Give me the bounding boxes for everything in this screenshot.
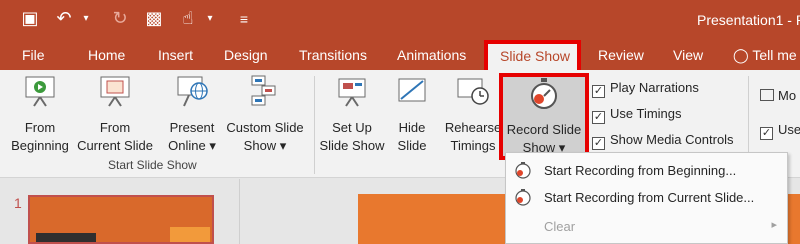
touch-dropdown-icon[interactable]: ▾ bbox=[200, 13, 220, 24]
rehearse-timings-button[interactable]: Rehearse Timings bbox=[444, 74, 502, 155]
tab-view[interactable]: View bbox=[673, 47, 703, 63]
quick-access-toolbar: ▣ ↶ ▾ ↻ ▩ ☝ ▾ ≡ bbox=[20, 8, 254, 29]
monitor-selector[interactable]: Mo bbox=[760, 88, 796, 103]
touch-mode-icon[interactable]: ☝ bbox=[178, 8, 198, 29]
play-narrations-checkbox[interactable]: ✓ Play Narrations bbox=[592, 80, 699, 98]
custom-slide-show-button[interactable]: Custom Slide Show ▾ bbox=[222, 74, 308, 155]
tab-slide-show[interactable]: Slide Show bbox=[484, 40, 581, 71]
slide-thumbnail[interactable] bbox=[28, 195, 214, 244]
submenu-arrow-icon: ▸ bbox=[771, 219, 777, 231]
use-presenter-view-checkbox[interactable]: ✓ Use bbox=[760, 122, 800, 140]
slide-number: 1 bbox=[14, 195, 22, 211]
undo-icon[interactable]: ↶ bbox=[54, 8, 74, 29]
record-stopwatch-icon bbox=[531, 78, 557, 109]
start-slide-show-group-label: Start Slide Show bbox=[108, 158, 197, 172]
hide-slide-button[interactable]: Hide Slide bbox=[392, 74, 432, 155]
set-up-slide-show-icon bbox=[338, 78, 366, 107]
checkmark-icon: ✓ bbox=[592, 85, 605, 98]
tell-me-box[interactable]: ◯ Tell me bbox=[733, 47, 797, 64]
show-media-controls-checkbox[interactable]: ✓ Show Media Controls bbox=[592, 132, 734, 150]
undo-dropdown-icon[interactable]: ▾ bbox=[76, 13, 96, 24]
checkmark-icon: ✓ bbox=[760, 127, 773, 140]
record-stopwatch-icon bbox=[515, 189, 531, 206]
customize-qat-icon[interactable]: ≡ bbox=[234, 11, 254, 27]
monitor-icon bbox=[760, 89, 774, 101]
use-timings-checkbox[interactable]: ✓ Use Timings bbox=[592, 106, 682, 124]
hide-slide-icon bbox=[398, 78, 426, 102]
present-online-button[interactable]: Present Online ▾ bbox=[166, 74, 218, 155]
lightbulb-icon: ◯ bbox=[733, 47, 749, 63]
checkmark-icon: ✓ bbox=[592, 137, 605, 150]
record-slide-show-menu: Start Recording from Beginning... Start … bbox=[505, 152, 788, 244]
tab-insert[interactable]: Insert bbox=[158, 47, 193, 63]
set-up-slide-show-button[interactable]: Set Up Slide Show bbox=[318, 74, 386, 155]
start-recording-from-beginning-item[interactable]: Start Recording from Beginning... bbox=[506, 157, 787, 183]
present-online-globe-icon bbox=[177, 76, 208, 107]
tab-file[interactable]: File bbox=[22, 47, 45, 63]
tab-transitions[interactable]: Transitions bbox=[299, 47, 367, 63]
window-title: Presentation1 - P bbox=[697, 12, 800, 28]
projector-screen-play-icon bbox=[25, 76, 55, 107]
checkmark-icon: ✓ bbox=[592, 111, 605, 124]
tab-home[interactable]: Home bbox=[88, 47, 125, 63]
stopwatch-screen-icon bbox=[457, 78, 489, 105]
clear-menu-item[interactable]: Clear ▸ bbox=[506, 213, 787, 239]
start-from-beginning-icon[interactable]: ▩ bbox=[144, 8, 164, 29]
title-bar: ▣ ↶ ▾ ↻ ▩ ☝ ▾ ≡ Presentation1 - P bbox=[0, 0, 800, 40]
save-icon[interactable]: ▣ bbox=[20, 8, 40, 29]
from-current-slide-button[interactable]: From Current Slide bbox=[74, 74, 156, 155]
tab-review[interactable]: Review bbox=[598, 47, 644, 63]
from-beginning-button[interactable]: From Beginning bbox=[6, 74, 74, 155]
redo-icon[interactable]: ↻ bbox=[110, 8, 130, 29]
record-stopwatch-icon bbox=[515, 162, 531, 179]
group-separator bbox=[314, 76, 315, 174]
tab-animations[interactable]: Animations bbox=[397, 47, 466, 63]
record-slide-show-button[interactable]: Record Slide Show ▾ bbox=[499, 73, 589, 160]
start-recording-from-current-slide-item[interactable]: Start Recording from Current Slide... bbox=[506, 184, 787, 210]
ribbon-tabs: File Home Insert Design Transitions Anim… bbox=[0, 40, 800, 70]
tab-design[interactable]: Design bbox=[224, 47, 268, 63]
projector-screen-current-icon bbox=[100, 76, 130, 107]
custom-slide-show-icon bbox=[251, 75, 276, 106]
